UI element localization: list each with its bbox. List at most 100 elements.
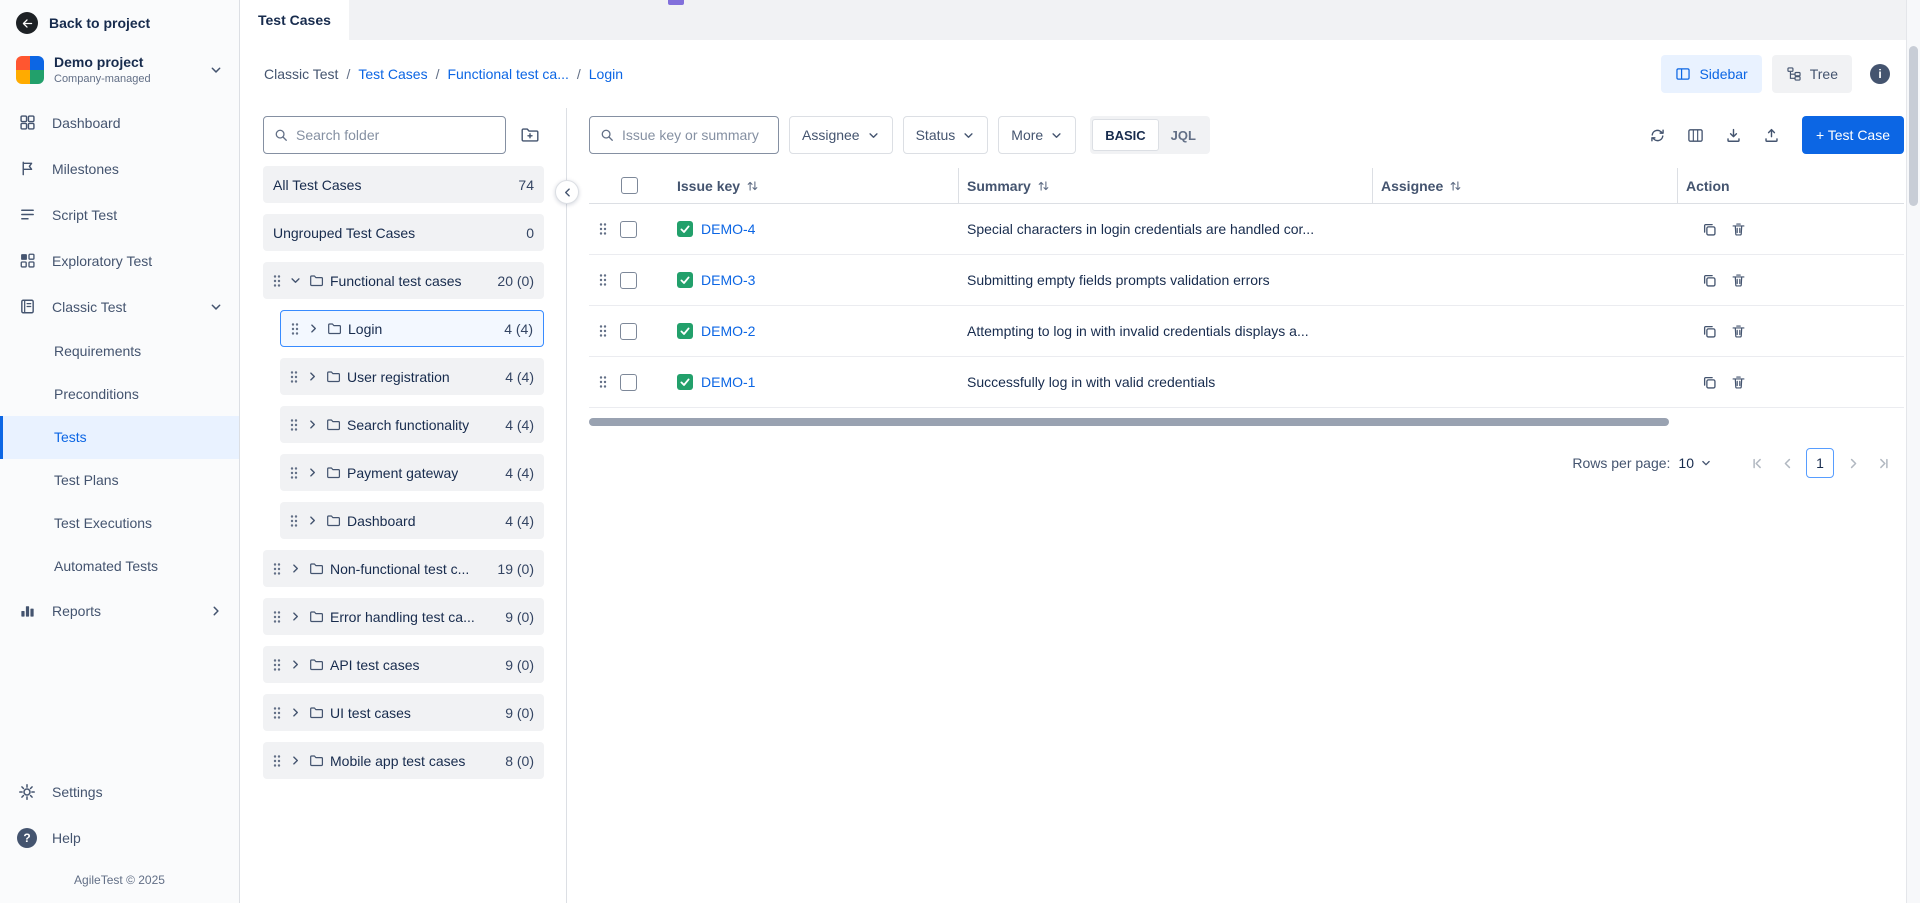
- row-checkbox[interactable]: [620, 221, 637, 238]
- drag-handle-icon[interactable]: [273, 562, 281, 576]
- tab-test-cases[interactable]: Test Cases: [240, 0, 349, 40]
- drag-handle-icon[interactable]: [599, 324, 607, 338]
- delete-icon[interactable]: [1731, 375, 1746, 390]
- copy-icon[interactable]: [1702, 324, 1717, 339]
- tree-view-button[interactable]: Tree: [1772, 55, 1852, 93]
- sort-icon[interactable]: [747, 180, 758, 192]
- copy-icon[interactable]: [1702, 273, 1717, 288]
- sidebar-subitem[interactable]: Tests: [0, 416, 239, 459]
- folder-row[interactable]: Dashboard 4 (4): [280, 502, 544, 539]
- sidebar-item-classic-test[interactable]: Classic Test: [0, 284, 239, 330]
- next-page-button[interactable]: [1838, 448, 1868, 478]
- folder-expand-chevron-icon[interactable]: [305, 322, 321, 335]
- folder-expand-chevron-icon[interactable]: [287, 610, 303, 623]
- issue-key-link[interactable]: DEMO-3: [701, 272, 755, 288]
- folder-row[interactable]: Non-functional test c... 19 (0): [263, 550, 544, 587]
- folder-expand-chevron-icon[interactable]: [287, 562, 303, 575]
- more-filter-dropdown[interactable]: More: [998, 116, 1076, 154]
- drag-handle-icon[interactable]: [273, 754, 281, 768]
- drag-handle-icon[interactable]: [599, 222, 607, 236]
- sidebar-subitem[interactable]: Requirements: [0, 330, 239, 373]
- columns-icon[interactable]: [1680, 119, 1712, 151]
- sidebar-subitem[interactable]: Preconditions: [0, 373, 239, 416]
- horizontal-scrollbar[interactable]: [589, 418, 1669, 426]
- breadcrumb-link[interactable]: Test Cases: [358, 66, 427, 82]
- folder-expand-chevron-icon[interactable]: [287, 706, 303, 719]
- issue-key-link[interactable]: DEMO-1: [701, 374, 755, 390]
- status-filter-dropdown[interactable]: Status: [903, 116, 989, 154]
- rows-per-page-select[interactable]: 10: [1678, 455, 1712, 471]
- folder-row[interactable]: Mobile app test cases 8 (0): [263, 742, 544, 779]
- first-page-button[interactable]: [1742, 448, 1772, 478]
- folder-row[interactable]: UI test cases 9 (0): [263, 694, 544, 731]
- folder-search-input[interactable]: [296, 127, 495, 143]
- sidebar-item-reports[interactable]: Reports: [0, 588, 239, 634]
- drag-handle-icon[interactable]: [273, 274, 281, 288]
- issue-search-input[interactable]: [622, 127, 768, 143]
- back-arrow-icon[interactable]: [16, 12, 38, 34]
- info-icon[interactable]: i: [1870, 64, 1890, 84]
- assignee-filter-dropdown[interactable]: Assignee: [789, 116, 893, 154]
- copy-icon[interactable]: [1702, 375, 1717, 390]
- folder-row[interactable]: Search functionality 4 (4): [280, 406, 544, 443]
- folder-row[interactable]: User registration 4 (4): [280, 358, 544, 395]
- sidebar-view-button[interactable]: Sidebar: [1661, 55, 1761, 93]
- drag-handle-icon[interactable]: [291, 322, 299, 336]
- sidebar-item-settings[interactable]: Settings: [0, 769, 239, 815]
- vertical-scrollbar[interactable]: [1906, 0, 1920, 903]
- issue-key-link[interactable]: DEMO-4: [701, 221, 755, 237]
- drag-handle-icon[interactable]: [290, 514, 298, 528]
- sidebar-subitem[interactable]: Test Executions: [0, 502, 239, 545]
- add-folder-icon[interactable]: [516, 121, 544, 149]
- scrollbar-thumb[interactable]: [1909, 46, 1918, 206]
- delete-icon[interactable]: [1731, 324, 1746, 339]
- folder-expand-chevron-icon[interactable]: [304, 418, 320, 431]
- sort-icon[interactable]: [1450, 180, 1461, 192]
- new-test-case-button[interactable]: + Test Case: [1802, 116, 1904, 154]
- drag-handle-icon[interactable]: [290, 466, 298, 480]
- basic-mode-button[interactable]: BASIC: [1092, 119, 1158, 151]
- sort-icon[interactable]: [1038, 180, 1049, 192]
- download-icon[interactable]: [1718, 119, 1750, 151]
- upload-icon[interactable]: [1756, 119, 1788, 151]
- drag-handle-icon[interactable]: [599, 273, 607, 287]
- sidebar-item-dashboard[interactable]: Dashboard: [0, 100, 239, 146]
- breadcrumb-link[interactable]: Login: [589, 66, 623, 82]
- copy-icon[interactable]: [1702, 222, 1717, 237]
- drag-handle-icon[interactable]: [599, 375, 607, 389]
- project-switcher[interactable]: Demo project Company-managed: [0, 46, 239, 100]
- folder-row[interactable]: Login 4 (4): [280, 310, 544, 347]
- folder-row[interactable]: Payment gateway 4 (4): [280, 454, 544, 491]
- sidebar-item-script-test[interactable]: Script Test: [0, 192, 239, 238]
- folder-expand-chevron-icon[interactable]: [304, 370, 320, 383]
- sidebar-item-milestones[interactable]: Milestones: [0, 146, 239, 192]
- last-page-button[interactable]: [1868, 448, 1898, 478]
- breadcrumb-link[interactable]: Functional test ca...: [447, 66, 568, 82]
- sidebar-subitem[interactable]: Test Plans: [0, 459, 239, 502]
- delete-icon[interactable]: [1731, 273, 1746, 288]
- folder-row[interactable]: Functional test cases 20 (0): [263, 262, 544, 299]
- select-all-checkbox[interactable]: [621, 177, 638, 194]
- drag-handle-icon[interactable]: [290, 418, 298, 432]
- back-to-project-button[interactable]: Back to project: [0, 0, 239, 46]
- ungrouped-test-cases-row[interactable]: Ungrouped Test Cases 0: [263, 214, 544, 251]
- folder-row[interactable]: API test cases 9 (0): [263, 646, 544, 683]
- row-checkbox[interactable]: [620, 374, 637, 391]
- sidebar-item-help[interactable]: ? Help: [0, 815, 239, 861]
- current-page-button[interactable]: 1: [1806, 448, 1834, 478]
- drag-handle-icon[interactable]: [273, 706, 281, 720]
- jql-mode-button[interactable]: JQL: [1159, 128, 1208, 143]
- drag-handle-icon[interactable]: [273, 610, 281, 624]
- drag-handle-icon[interactable]: [290, 370, 298, 384]
- folder-expand-chevron-icon[interactable]: [287, 754, 303, 767]
- folder-expand-chevron-icon[interactable]: [304, 466, 320, 479]
- refresh-icon[interactable]: [1642, 119, 1674, 151]
- row-checkbox[interactable]: [620, 272, 637, 289]
- folder-expand-chevron-icon[interactable]: [287, 658, 303, 671]
- folder-row[interactable]: Error handling test ca... 9 (0): [263, 598, 544, 635]
- previous-page-button[interactable]: [1772, 448, 1802, 478]
- delete-icon[interactable]: [1731, 222, 1746, 237]
- folder-expand-chevron-icon[interactable]: [287, 274, 303, 287]
- issue-key-link[interactable]: DEMO-2: [701, 323, 755, 339]
- all-test-cases-row[interactable]: All Test Cases 74: [263, 166, 544, 203]
